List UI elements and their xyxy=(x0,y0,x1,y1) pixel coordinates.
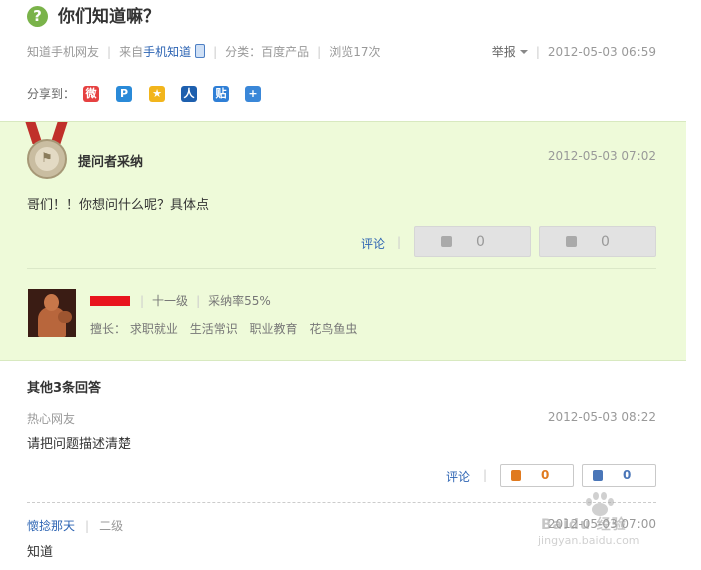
accepted-answer: ⚑ 提问者采纳 2012-05-03 07:02 哥们！！你想问什么呢？具体点 … xyxy=(0,121,686,361)
accepted-title: 提问者采纳 xyxy=(78,155,144,170)
skill-tag[interactable]: 生活常识 xyxy=(190,322,238,336)
divider: | xyxy=(397,235,402,249)
question-meta: 知道手机网友 | 来自手机知道 | 分类：百度产品 | 浏览17次 xyxy=(27,44,381,59)
avatar[interactable] xyxy=(28,289,76,337)
accepted-time: 2012-05-03 07:02 xyxy=(547,149,656,163)
user-level: 十一级 xyxy=(152,294,189,308)
downvote-button[interactable]: 0 xyxy=(539,226,656,257)
user-level: 二级 xyxy=(99,519,124,533)
upvote-button[interactable]: 0 xyxy=(414,226,531,257)
question-title: 你们知道嘛？ xyxy=(58,7,160,27)
comment-link[interactable]: 评论 xyxy=(361,235,385,252)
weibo-icon[interactable]: 微 xyxy=(83,86,99,102)
watermark-text: Baidu 经验 xyxy=(541,517,627,533)
thumbs-up-icon xyxy=(511,470,521,481)
from-prefix: 来自 xyxy=(119,45,144,59)
thumbs-down-icon xyxy=(593,470,603,481)
qzone-star-icon[interactable]: ★ xyxy=(149,86,165,102)
downvote-count: 0 xyxy=(601,234,610,250)
view-count: 浏览17次 xyxy=(329,45,381,59)
qzone-p-icon[interactable]: P xyxy=(116,86,132,102)
thumbs-up-icon xyxy=(441,236,452,247)
renren-icon[interactable]: 人 xyxy=(181,86,197,102)
report-button[interactable]: 举报 xyxy=(492,45,528,59)
upvote-count: 0 xyxy=(541,468,550,482)
answer-username-link[interactable]: 懷捻那天 xyxy=(27,519,75,533)
baidu-jingyan-watermark: Baidu 经验 jingyan.baidu.com xyxy=(536,490,686,560)
answer-text: 知道 xyxy=(27,545,54,560)
skill-tag[interactable]: 花鸟鱼虫 xyxy=(309,322,357,336)
upvote-count: 0 xyxy=(476,234,485,250)
share-label: 分享到： xyxy=(27,87,76,101)
thumbs-down-icon xyxy=(566,236,577,247)
skills: 擅长： 求职就业 生活常识 职业教育 花鸟鱼虫 xyxy=(90,320,365,337)
answer-user: 热心网友 xyxy=(27,412,76,426)
author-name[interactable]: 知道手机网友 xyxy=(27,45,99,59)
accepted-text: 哥们！！你想问什么呢？具体点 xyxy=(27,198,210,213)
answerer-meta: | 十一级 | 采纳率55% xyxy=(140,294,271,308)
divider xyxy=(27,268,656,269)
phone-icon xyxy=(195,44,206,58)
skill-tag[interactable]: 职业教育 xyxy=(250,322,298,336)
medal-icon: ⚑ xyxy=(27,139,67,179)
question-mark-icon: ? xyxy=(27,6,48,27)
more-share-icon[interactable]: + xyxy=(245,86,261,102)
downvote-count: 0 xyxy=(623,468,632,482)
question-meta-right: 举报 | 2012-05-03 06:59 xyxy=(491,45,656,59)
skills-label: 擅长： xyxy=(90,322,127,336)
upvote-button[interactable]: 0 xyxy=(500,464,574,487)
accept-rate: 采纳率55% xyxy=(208,294,271,308)
answer-user: 懷捻那天 | 二级 xyxy=(27,519,124,533)
answer-time: 2012-05-03 08:22 xyxy=(547,410,656,424)
category[interactable]: 分类：百度产品 xyxy=(225,45,309,59)
page-margin xyxy=(686,0,701,570)
downvote-button[interactable]: 0 xyxy=(582,464,656,487)
watermark-url: jingyan.baidu.com xyxy=(538,534,640,547)
question-card: ? 你们知道嘛？ 知道手机网友 | 来自手机知道 | 分类：百度产品 | 浏览17次 举报 |… xyxy=(0,0,687,570)
chevron-down-icon xyxy=(519,50,528,54)
question-time: 2012-05-03 06:59 xyxy=(547,45,656,59)
comment-link[interactable]: 评论 xyxy=(446,468,470,485)
mobile-zhidao-link[interactable]: 手机知道 xyxy=(143,45,191,59)
tieba-icon[interactable]: 贴 xyxy=(213,86,229,102)
answer-text: 请把问题描述清楚 xyxy=(27,437,132,452)
divider: | xyxy=(483,468,488,482)
redacted-username xyxy=(90,296,130,306)
skill-tag[interactable]: 求职就业 xyxy=(130,322,178,336)
other-answers-title: 其他3条回答 xyxy=(27,381,102,396)
